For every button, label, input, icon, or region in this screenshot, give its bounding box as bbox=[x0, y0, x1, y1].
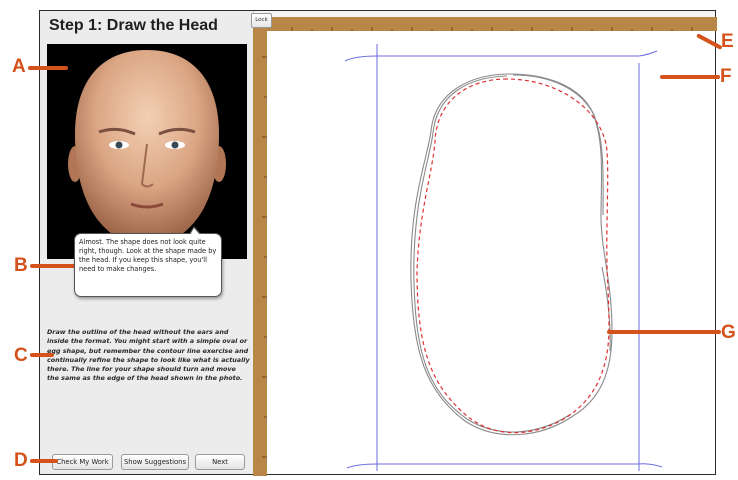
left-ruler-ticks bbox=[262, 56, 267, 458]
check-my-work-button[interactable]: Check My Work bbox=[52, 454, 113, 470]
feedback-bubble-tail bbox=[189, 226, 201, 235]
lesson-panel: Step 1: Draw the Head Almost. The shape … bbox=[40, 11, 254, 474]
top-ruler[interactable] bbox=[272, 17, 717, 32]
left-ruler[interactable] bbox=[253, 17, 267, 476]
callout-letter-g: G bbox=[721, 322, 736, 343]
callout-line-f bbox=[660, 75, 720, 79]
show-suggestions-button[interactable]: Show Suggestions bbox=[121, 454, 189, 470]
bald-head-photo bbox=[47, 44, 247, 259]
callout-line-c bbox=[30, 353, 54, 357]
reference-photo bbox=[47, 44, 247, 259]
callout-line-a bbox=[28, 66, 68, 70]
callout-letter-e: E bbox=[721, 31, 734, 52]
callout-letter-a: A bbox=[12, 56, 26, 77]
step-title: Step 1: Draw the Head bbox=[49, 17, 218, 34]
user-drawn-head-outline bbox=[410, 73, 613, 436]
feedback-text: Almost. The shape does not look quite ri… bbox=[79, 238, 217, 274]
callout-letter-b: B bbox=[14, 255, 28, 276]
next-button[interactable]: Next bbox=[195, 454, 245, 470]
callout-letter-f: F bbox=[720, 66, 732, 87]
drawing-canvas[interactable] bbox=[267, 31, 715, 474]
callout-letter-c: C bbox=[14, 345, 28, 366]
callout-line-g bbox=[607, 330, 721, 334]
feedback-bubble: Almost. The shape does not look quite ri… bbox=[74, 226, 222, 297]
drawing-surface[interactable] bbox=[267, 31, 715, 474]
suggested-head-outline bbox=[416, 78, 610, 434]
callout-line-d bbox=[30, 459, 58, 463]
drawing-app-window: Step 1: Draw the Head Almost. The shape … bbox=[39, 10, 717, 476]
step-instructions: Draw the outline of the head without the… bbox=[47, 328, 250, 383]
lock-button[interactable]: Lock bbox=[251, 13, 272, 28]
callout-letter-d: D bbox=[14, 450, 28, 471]
format-guides bbox=[344, 44, 663, 471]
top-ruler-ticks bbox=[291, 27, 693, 32]
